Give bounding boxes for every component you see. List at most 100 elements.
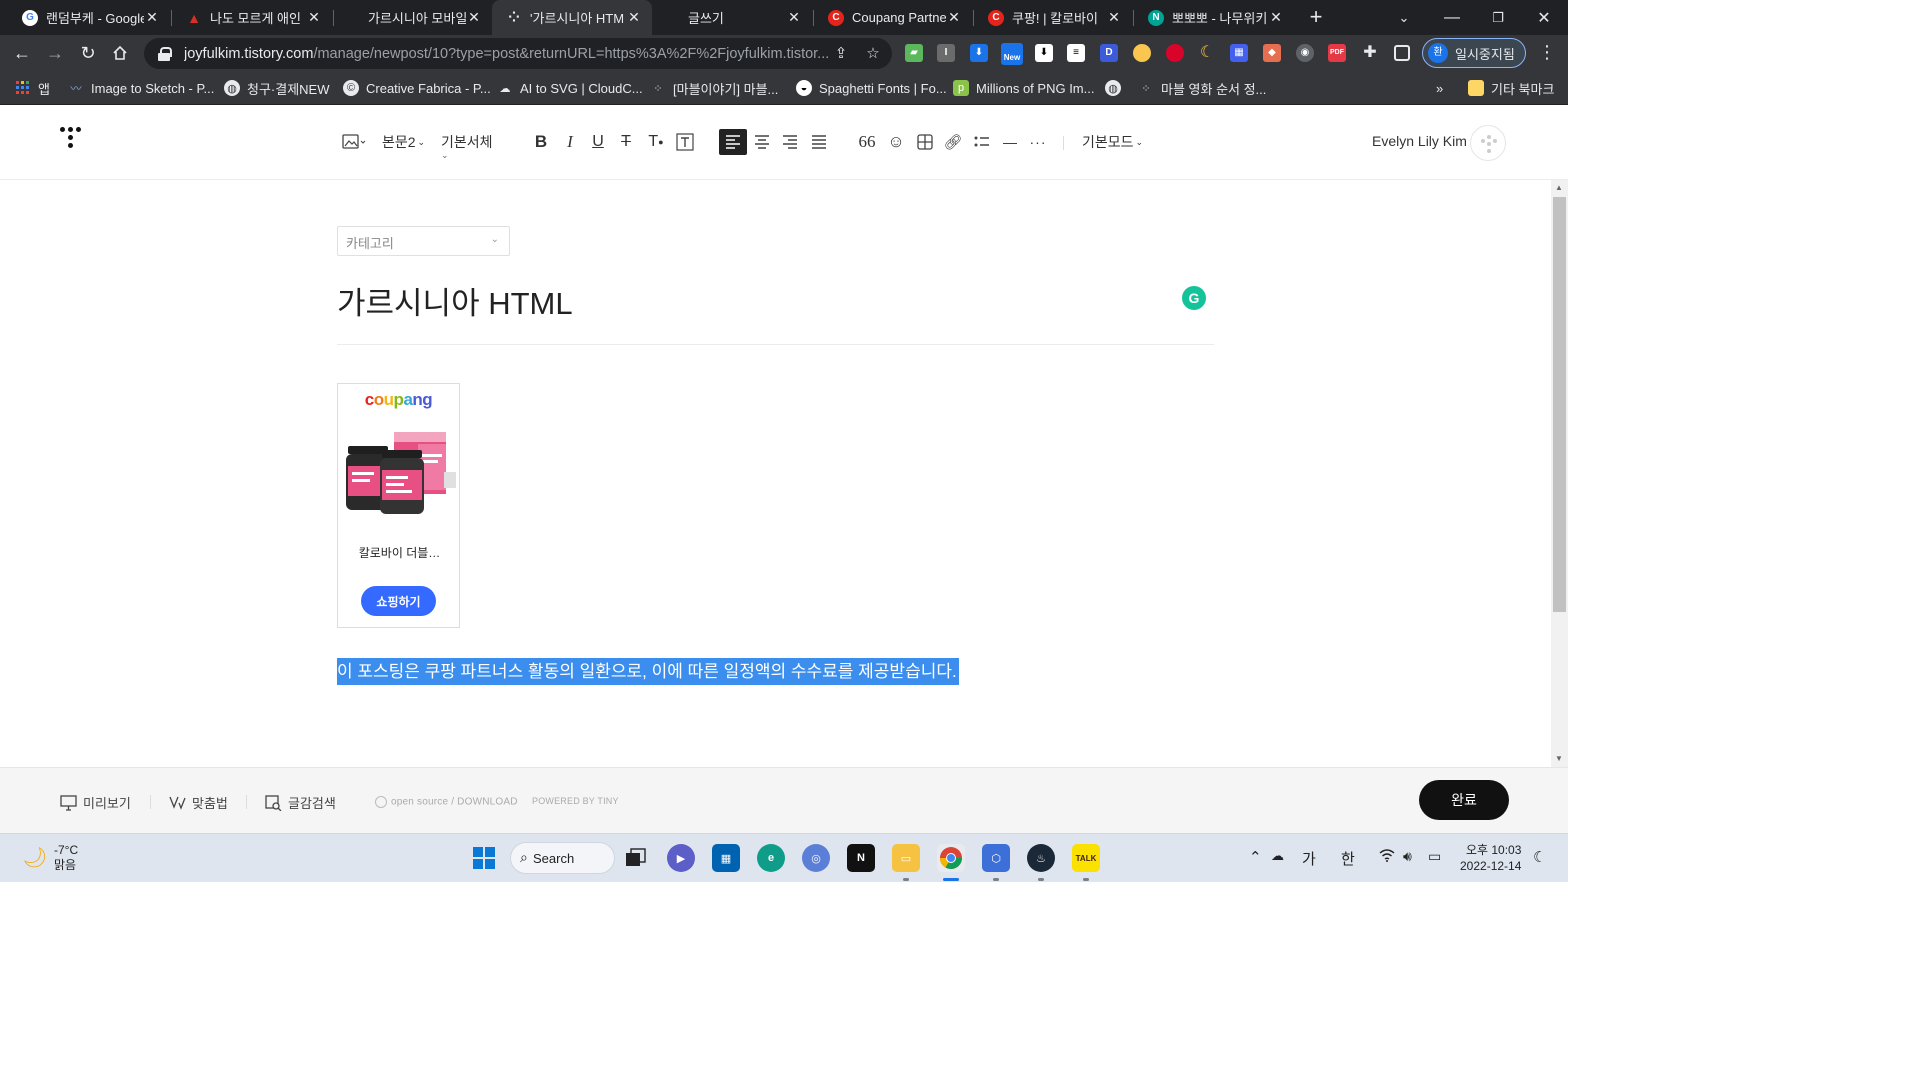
bookmark-item[interactable]: ⁘ 마블 영화 순서 정... — [1138, 78, 1266, 98]
divider-icon[interactable]: — — [998, 129, 1022, 155]
bookmark-apps[interactable]: 앱 — [15, 78, 50, 98]
coupang-product-card[interactable]: coupang 칼로바이 더블… 쇼핑하기 — [337, 383, 460, 628]
bookmark-item[interactable]: ◒ Spaghetti Fonts | Fo... — [796, 78, 947, 98]
editor-mode-select[interactable]: 기본모드 ⌄ — [1082, 129, 1143, 155]
notion-icon[interactable]: N — [847, 844, 875, 872]
chevron-down-icon[interactable]: ⌄ — [441, 149, 449, 161]
browser-tab[interactable]: C Coupang Partners ✕ — [814, 0, 972, 35]
browser-tab[interactable]: C 쿠팡! | 칼로바이 ✕ — [974, 0, 1132, 35]
grammarly-icon[interactable]: G — [1182, 286, 1206, 310]
product-name[interactable]: 칼로바이 더블… — [344, 544, 455, 561]
teams-chat-icon[interactable]: ▶ — [667, 844, 695, 872]
close-icon[interactable]: ✕ — [946, 9, 962, 26]
align-right-icon[interactable] — [778, 129, 802, 155]
align-center-icon[interactable] — [750, 129, 774, 155]
close-icon[interactable]: ✕ — [144, 9, 160, 26]
text-background-icon[interactable] — [675, 129, 695, 155]
editor-content-area[interactable]: 카테고리 ⌄ 가르시니아 HTML G coupang 칼로바이 더블… 쇼핑하… — [0, 180, 1551, 767]
ime-hangul-indicator[interactable]: 가 — [1302, 848, 1316, 869]
taskbar-search[interactable]: ⌕ Search — [510, 842, 615, 874]
material-search-button[interactable]: 글감검색 — [265, 793, 336, 812]
align-justify-icon[interactable] — [807, 129, 831, 155]
file-explorer-icon[interactable]: ▭ — [892, 844, 920, 872]
post-title-input[interactable]: 가르시니아 HTML — [337, 278, 573, 323]
text-color-icon[interactable]: T ● — [645, 129, 667, 155]
puzzle-extensions-icon[interactable]: ✚ — [1361, 44, 1379, 62]
close-icon[interactable]: ✕ — [306, 9, 322, 26]
tray-overflow-icon[interactable]: ⌃ — [1249, 848, 1262, 866]
extension-icon[interactable]: ▰ — [905, 44, 923, 62]
extension-icon[interactable]: D — [1100, 44, 1118, 62]
moon-extension-icon[interactable]: ☾ — [1198, 44, 1216, 62]
ime-mode-indicator[interactable]: 한 — [1341, 848, 1355, 869]
bookmark-item[interactable]: ⁘ [마블이야기] 마블... — [650, 78, 778, 98]
download-extension-icon[interactable]: ⬇ — [970, 44, 988, 62]
bold-icon[interactable]: B — [531, 129, 551, 155]
url-text[interactable]: joyfulkim.tistory.com/manage/newpost/10?… — [184, 46, 829, 62]
done-button[interactable]: 완료 — [1419, 780, 1509, 820]
close-icon[interactable]: ✕ — [626, 9, 642, 26]
home-icon[interactable] — [106, 39, 134, 67]
quote-icon[interactable]: 66 — [855, 129, 879, 155]
notification-icon[interactable]: ☾ — [1533, 848, 1546, 866]
bookmark-star-icon[interactable]: ☆ — [864, 45, 882, 63]
window-close-icon[interactable]: ✕ — [1521, 0, 1567, 35]
scroll-down-icon[interactable]: ▼ — [1555, 754, 1563, 763]
close-icon[interactable]: ✕ — [466, 9, 482, 26]
font-select[interactable]: 기본서체 — [441, 129, 493, 155]
bookmark-item[interactable]: 〰 Image to Sketch - P... — [68, 78, 215, 98]
emoticon-icon[interactable]: ☺ — [884, 129, 908, 155]
close-icon[interactable]: ✕ — [1268, 9, 1284, 26]
task-view-icon[interactable] — [622, 844, 650, 872]
align-left-icon[interactable] — [719, 129, 747, 155]
tistory-logo-icon[interactable] — [60, 127, 88, 157]
editor-scrollbar[interactable]: ▲ ▼ — [1551, 180, 1568, 767]
paragraph-style-select[interactable]: 본문2 ⌄ — [382, 129, 425, 155]
open-source-link[interactable]: open source / DOWNLOAD — [375, 796, 518, 808]
browser-tab[interactable]: 가르시니아 모바일 ✕ — [334, 0, 492, 35]
disclosure-text-selected[interactable]: 이 포스팅은 쿠팡 파트너스 활동의 일환으로, 이에 따른 일정액의 수수료를… — [337, 658, 959, 685]
browser-tab[interactable]: N 뽀뽀뽀 - 나무위키 ✕ — [1134, 0, 1294, 35]
browser-tab[interactable]: G 랜덤부케 - Google ✕ — [8, 0, 170, 35]
extension-icon[interactable]: ⬇ — [1035, 44, 1053, 62]
bookmark-item[interactable]: © Creative Fabrica - P... — [343, 78, 491, 98]
bookmark-item[interactable]: ◍ 청구·결제NEW — [224, 78, 330, 98]
italic-icon[interactable]: I — [560, 129, 580, 155]
tab-search-icon[interactable]: ⌄ — [1381, 0, 1427, 35]
extension-icon[interactable]: I — [937, 44, 955, 62]
avatar[interactable] — [1470, 125, 1506, 161]
bookmark-item[interactable]: ◍ — [1105, 78, 1128, 98]
new-tab-button[interactable]: + — [1304, 5, 1328, 29]
table-icon[interactable] — [913, 129, 937, 155]
extension-icon[interactable] — [1133, 44, 1151, 62]
metamask-extension-icon[interactable]: ◆ — [1263, 44, 1281, 62]
reload-icon[interactable]: ↻ — [74, 39, 102, 67]
extension-icon[interactable] — [1166, 44, 1184, 62]
chrome-icon[interactable] — [937, 844, 965, 872]
scroll-up-icon[interactable]: ▲ — [1555, 183, 1563, 192]
battery-icon[interactable]: ▭ — [1428, 848, 1441, 865]
weather-widget[interactable]: 🌙︎ -7°C 맑음 — [22, 843, 78, 873]
extension-icon[interactable]: ▦ — [1230, 44, 1248, 62]
product-image[interactable] — [346, 424, 456, 534]
new-badge-extension-icon[interactable]: New — [1001, 43, 1023, 65]
list-icon[interactable] — [970, 129, 994, 155]
volume-icon[interactable]: 🔊︎ — [1403, 848, 1412, 865]
category-select[interactable]: 카테고리 ⌄ — [337, 226, 510, 256]
shop-button[interactable]: 쇼핑하기 — [361, 586, 436, 616]
pdf-extension-icon[interactable]: PDF — [1328, 44, 1346, 62]
image-insert-icon[interactable] — [340, 129, 368, 155]
link-icon[interactable]: 🔗︎ — [941, 129, 965, 155]
strikethrough-icon[interactable]: T — [616, 129, 636, 155]
store-icon[interactable]: ▦ — [712, 844, 740, 872]
preview-button[interactable]: 미리보기 — [60, 793, 131, 812]
extension-icon[interactable]: ◉ — [1296, 44, 1314, 62]
bookmarks-overflow-button[interactable]: » — [1436, 78, 1443, 98]
minimize-icon[interactable]: — — [1429, 0, 1475, 35]
bookmark-item[interactable]: ☁ AI to SVG | CloudC... — [497, 78, 643, 98]
bookmark-item[interactable]: p Millions of PNG Im... — [953, 78, 1094, 98]
back-icon[interactable]: ← — [8, 39, 36, 67]
address-bar[interactable]: joyfulkim.tistory.com/manage/newpost/10?… — [144, 38, 892, 69]
browser-tab-active[interactable]: ⁘ '가르시니아 HTM ✕ — [492, 0, 652, 35]
browser-menu-icon[interactable]: ⋮ — [1538, 42, 1556, 64]
